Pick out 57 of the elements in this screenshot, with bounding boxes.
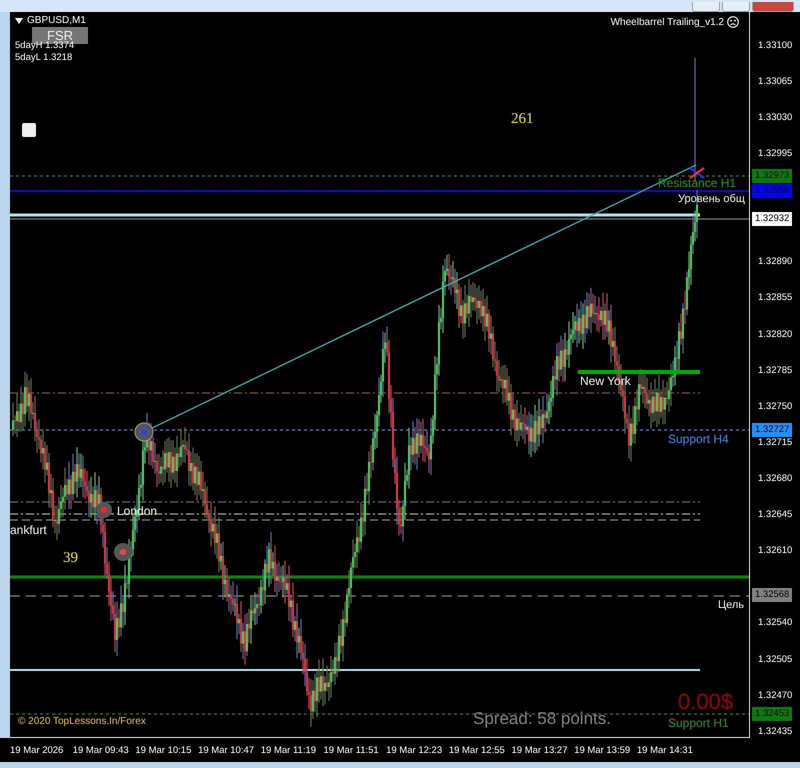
price-marker: 1.32958 xyxy=(752,184,792,198)
price-tick-label: 1.32610 xyxy=(757,544,792,558)
price-tick-label: 1.32680 xyxy=(757,472,792,486)
maximize-button[interactable] xyxy=(722,2,750,12)
price-marker: 1.32973 xyxy=(752,169,792,183)
arrow-marker-icon xyxy=(114,543,132,561)
price-tick-label: 1.32785 xyxy=(757,364,792,378)
price-tick-label: 1.32890 xyxy=(757,255,792,269)
time-tick-label: 19 Mar 14:31 xyxy=(636,744,694,756)
profit-text: 0.00$ xyxy=(678,690,734,714)
price-tick-label: 1.33030 xyxy=(757,111,792,125)
price-tick-label: 1.32435 xyxy=(757,725,792,739)
dropdown-icon[interactable] xyxy=(15,18,23,24)
time-tick-label: 19 Mar 12:55 xyxy=(448,744,506,756)
symbol-label: GBPUSD,M1 xyxy=(27,15,86,26)
close-button[interactable] xyxy=(752,2,794,12)
time-tick-label: 19 Mar 13:27 xyxy=(512,744,568,756)
price-tick-label: 1.33100 xyxy=(757,39,792,53)
session-label: ankfurt xyxy=(10,523,47,537)
price-tick-label: 1.33065 xyxy=(757,75,792,89)
arrow-marker-icon xyxy=(96,502,112,518)
price-tick-label: 1.32750 xyxy=(757,400,792,414)
time-tick-label: 19 Mar 13:59 xyxy=(574,744,632,756)
price-tick-label: 1.32645 xyxy=(757,508,792,522)
time-tick-label: 19 Mar 11:51 xyxy=(323,744,380,756)
price-tick-label: 1.32995 xyxy=(757,147,792,161)
time-tick-label: 19 Mar 2026 xyxy=(10,744,64,756)
copyright-text: © 2020 TopLessons.In/Forex xyxy=(18,716,146,727)
expert-name: Wheelbarrel Trailing_v1.2 xyxy=(610,16,724,28)
price-marker: 1.32453 xyxy=(752,707,792,721)
level-label: Resistance H1 xyxy=(658,176,736,190)
time-tick-label: 19 Mar 12:23 xyxy=(386,744,444,756)
cross-marker-icon xyxy=(689,167,705,179)
price-tick-label: 1.32855 xyxy=(757,291,792,305)
price-marker: 1.32727 xyxy=(752,423,792,437)
info-text: 5dayL 1.3218 xyxy=(15,52,74,64)
price-tick-label: 1.32505 xyxy=(757,653,792,667)
level-label: Support H1 xyxy=(668,716,729,730)
time-tick-label: 19 Mar 11:19 xyxy=(260,744,318,756)
level-label: Support H4 xyxy=(668,432,729,446)
price-tick-label: 1.32820 xyxy=(757,328,792,342)
time-tick-label: 19 Mar 09:43 xyxy=(72,744,130,756)
price-tick-label: 1.32540 xyxy=(757,616,792,630)
minimize-button[interactable] xyxy=(692,2,720,12)
price-tick-label: 1.32715 xyxy=(757,436,792,450)
price-marker: 1.32568 xyxy=(752,588,792,602)
level-label: Цель xyxy=(718,598,744,612)
count-label: 39 xyxy=(63,551,78,565)
time-tick-label: 19 Mar 10:15 xyxy=(135,744,192,756)
sad-face-icon xyxy=(727,16,739,28)
spread-text: Spread: 58 points. xyxy=(473,709,611,729)
count-label: 261 xyxy=(511,112,534,126)
checkbox[interactable] xyxy=(22,123,36,137)
arrow-marker-icon xyxy=(134,422,154,442)
price-tick-label: 1.32470 xyxy=(757,689,792,703)
time-tick-label: 19 Mar 10:47 xyxy=(198,744,256,756)
price-marker: 1.32932 xyxy=(752,212,792,226)
